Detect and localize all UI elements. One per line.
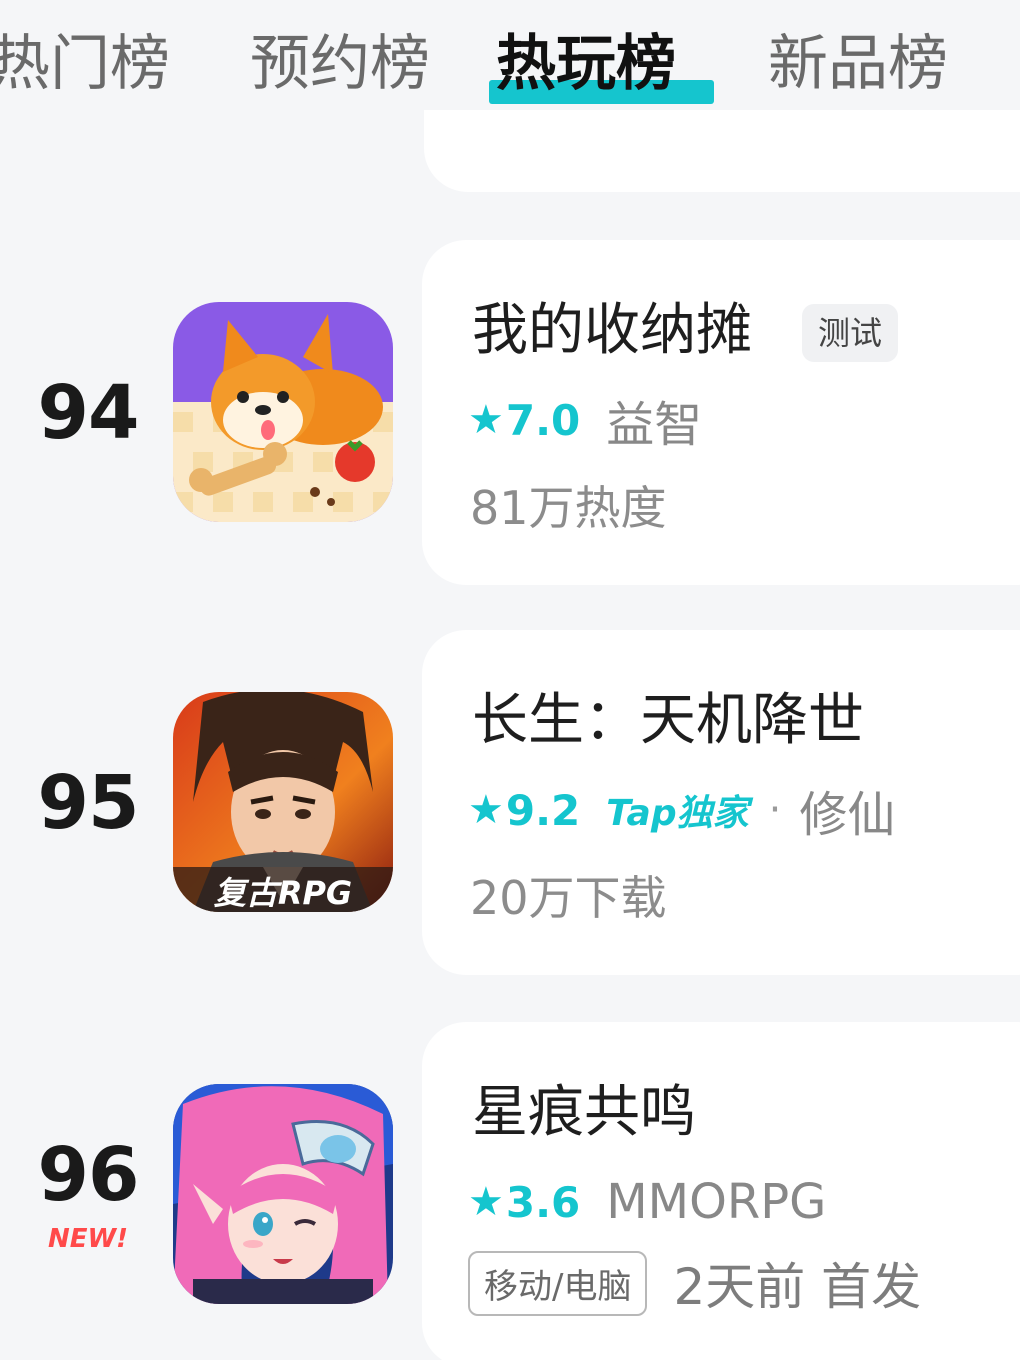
tab-hot-play[interactable]: 热玩榜	[496, 26, 676, 102]
rating-score: 7.0	[505, 395, 581, 445]
star-icon: ★	[468, 1179, 504, 1225]
tab-new-products[interactable]: 新品榜	[768, 26, 948, 102]
game-icon-storage-stall[interactable]	[173, 302, 393, 522]
game-meta: ★ 9.2 Tap独家 · 修仙	[468, 780, 895, 844]
game-icon-changsheng[interactable]: 复古RPG	[173, 692, 393, 912]
game-title: 我的收纳摊	[472, 298, 752, 363]
download-stat: 20万下载	[470, 871, 667, 925]
game-card[interactable]: 长生：天机降世 ★ 9.2 Tap独家 · 修仙 20万下载	[422, 630, 1020, 975]
tap-exclusive-badge: Tap独家	[606, 793, 749, 834]
star-icon: ★	[468, 397, 504, 443]
test-badge: 测试	[802, 304, 899, 362]
tab-hot[interactable]: 热门榜	[0, 26, 170, 102]
star-icon: ★	[468, 787, 504, 833]
genre-tag[interactable]: MMORPG	[606, 1174, 826, 1230]
new-tag: NEW!	[47, 1224, 129, 1254]
tab-reservation[interactable]: 预约榜	[250, 26, 430, 102]
game-title: 长生：天机降世	[472, 688, 864, 753]
previous-game-card[interactable]	[424, 110, 1020, 192]
game-meta: ★ 3.6 MMORPG	[468, 1172, 826, 1232]
platform-tag: 移动/电脑	[468, 1250, 648, 1316]
rating-score: 3.6	[505, 1177, 581, 1227]
game-row: 95 复古RPG 长生：天机降世 ★ 9.2 Tap独家 · 修仙 20万下载	[0, 630, 1020, 975]
game-title: 星痕共鸣	[472, 1080, 696, 1145]
rank-number: 96	[37, 1132, 140, 1218]
release-time: 2天前 首发	[673, 1258, 922, 1316]
popularity-stat: 81万热度	[470, 481, 667, 535]
game-card[interactable]: 我的收纳摊 测试 ★ 7.0 益智 81万热度	[422, 240, 1020, 585]
icon-caption: 复古RPG	[214, 874, 352, 912]
game-row: 94 我的收纳摊 测试 ★ 7.0 益智 81万热度	[0, 240, 1020, 585]
release-info: 移动/电脑 2天前 首发	[468, 1248, 921, 1318]
game-icon-star-resonance[interactable]	[173, 1084, 393, 1304]
genre-tag[interactable]: 修仙	[799, 775, 895, 845]
game-card[interactable]: 星痕共鸣 ★ 3.6 MMORPG 移动/电脑 2天前 首发	[422, 1022, 1020, 1360]
genre-tag[interactable]: 益智	[606, 385, 702, 455]
rating-score: 9.2	[505, 785, 581, 835]
rank-number: 95	[37, 760, 140, 846]
separator-dot: ·	[768, 787, 782, 833]
game-meta: ★ 7.0 益智	[468, 390, 702, 454]
rank-number: 94	[37, 370, 140, 456]
game-row: 96 NEW! 星痕共鸣 ★ 3.6 MMORPG 移动/电脑 2天前 首发	[0, 1022, 1020, 1360]
